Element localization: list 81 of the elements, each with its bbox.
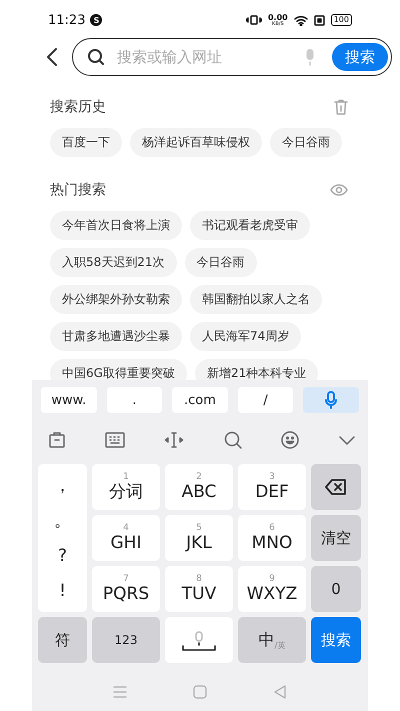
search-chip[interactable]: 今日谷雨 (270, 128, 342, 157)
letter-key[interactable]: 8 TUV (165, 566, 233, 612)
shortcut-key[interactable]: / (238, 387, 294, 413)
microphone-icon (325, 391, 338, 409)
letter-key[interactable]: 4 GHI (92, 515, 160, 561)
battery-indicator: 100 (330, 14, 352, 26)
sim-icon (314, 14, 325, 26)
letter-key[interactable]: 2 ABC (165, 464, 233, 510)
search-chip[interactable]: 外公绑架外孙女勒索 (50, 285, 182, 314)
key-label: JKL (186, 533, 212, 553)
language-label: 中 (258, 630, 275, 648)
function-key[interactable]: 0 (311, 566, 361, 612)
key-digit: 4 (123, 523, 129, 533)
search-key[interactable]: 搜索 (311, 617, 361, 663)
letter-key[interactable]: 9 WXYZ (238, 566, 306, 612)
key-label: PQRS (102, 584, 150, 604)
key-digit: 8 (196, 574, 202, 584)
key-digit: 7 (123, 574, 129, 584)
microphone-icon (304, 48, 316, 66)
voice-key[interactable] (303, 387, 359, 413)
key-digit: 3 (269, 472, 275, 482)
search-chip[interactable]: 人民海军74周岁 (190, 322, 302, 351)
search-chip[interactable]: 甘肃多地遭遇沙尘暴 (50, 322, 182, 351)
key-digit: 5 (196, 523, 202, 533)
cursor-icon[interactable] (164, 431, 184, 449)
backspace-icon (325, 479, 347, 495)
letter-key[interactable]: 1 分词 (92, 464, 160, 510)
back-icon[interactable] (46, 47, 58, 67)
search-field[interactable]: 搜索或输入网址 搜索 (72, 38, 392, 76)
search-icon (87, 48, 105, 66)
function-key[interactable]: 清空 (311, 515, 361, 561)
function-key[interactable]: 123 (92, 617, 160, 663)
function-key[interactable]: 符 (38, 617, 87, 663)
briefcase-icon[interactable] (48, 431, 66, 449)
key-label: TUV (182, 584, 216, 604)
vibrate-icon (246, 14, 262, 26)
search-icon[interactable] (224, 431, 242, 449)
net-speed: 0.00 (268, 14, 288, 22)
search-chip[interactable]: 今年首次日食将上演 (50, 211, 182, 240)
key-digit: 1 (123, 472, 129, 482)
space-mic-icon (179, 631, 219, 653)
key-label: DEF (255, 482, 289, 502)
shortcut-key[interactable]: .com (172, 387, 228, 413)
symbol-key[interactable]: ， (38, 470, 87, 500)
chevron-down-icon[interactable] (338, 434, 356, 446)
key-digit: 6 (269, 523, 275, 533)
section-title: 搜索历史 (50, 98, 106, 116)
search-chip[interactable]: 今日谷雨 (184, 248, 257, 277)
keyboard-icon[interactable] (105, 432, 126, 448)
shortcut-key[interactable]: www. (41, 387, 97, 413)
notification-badge: S (90, 14, 102, 26)
status-time: 11:23 (48, 12, 86, 28)
emoji-icon[interactable] (280, 431, 299, 449)
key-digit: 9 (269, 574, 275, 584)
key-label: GHI (110, 533, 142, 553)
shortcut-key[interactable]: . (106, 387, 162, 413)
key-label: 分词 (109, 482, 143, 502)
symbol-key[interactable]: ! (38, 576, 87, 606)
space-key[interactable] (165, 617, 233, 663)
search-button[interactable]: 搜索 (332, 43, 388, 71)
search-chip[interactable]: 入职58天迟到21次 (50, 248, 177, 277)
section-title: 热门搜索 (50, 181, 106, 199)
search-chip[interactable]: 中国6G取得重要突破 (50, 359, 187, 380)
delete-key[interactable] (311, 464, 361, 510)
key-label: WXYZ (246, 584, 298, 604)
search-chip[interactable]: 杨洋起诉百草味侵权 (130, 128, 262, 157)
key-digit: 2 (196, 472, 202, 482)
key-label: MNO (252, 533, 292, 553)
letter-key[interactable]: 6 MNO (238, 515, 306, 561)
search-chip[interactable]: 书记观看老虎受审 (190, 211, 310, 240)
search-chip[interactable]: 百度一下 (50, 128, 122, 157)
search-chip[interactable]: 新增21种本科专业 (194, 359, 318, 380)
symbol-key[interactable]: 。 (38, 506, 87, 536)
letter-key[interactable]: 3 DEF (238, 464, 306, 510)
wifi-icon (294, 14, 308, 26)
search-chip[interactable]: 韩国翻拍以家人之名 (190, 285, 322, 314)
letter-key[interactable]: 7 PQRS (92, 566, 160, 612)
symbol-key[interactable]: ? (38, 540, 87, 570)
key-label: ABC (182, 482, 216, 502)
language-sub: /英 (274, 640, 286, 650)
letter-key[interactable]: 5 JKL (165, 515, 233, 561)
